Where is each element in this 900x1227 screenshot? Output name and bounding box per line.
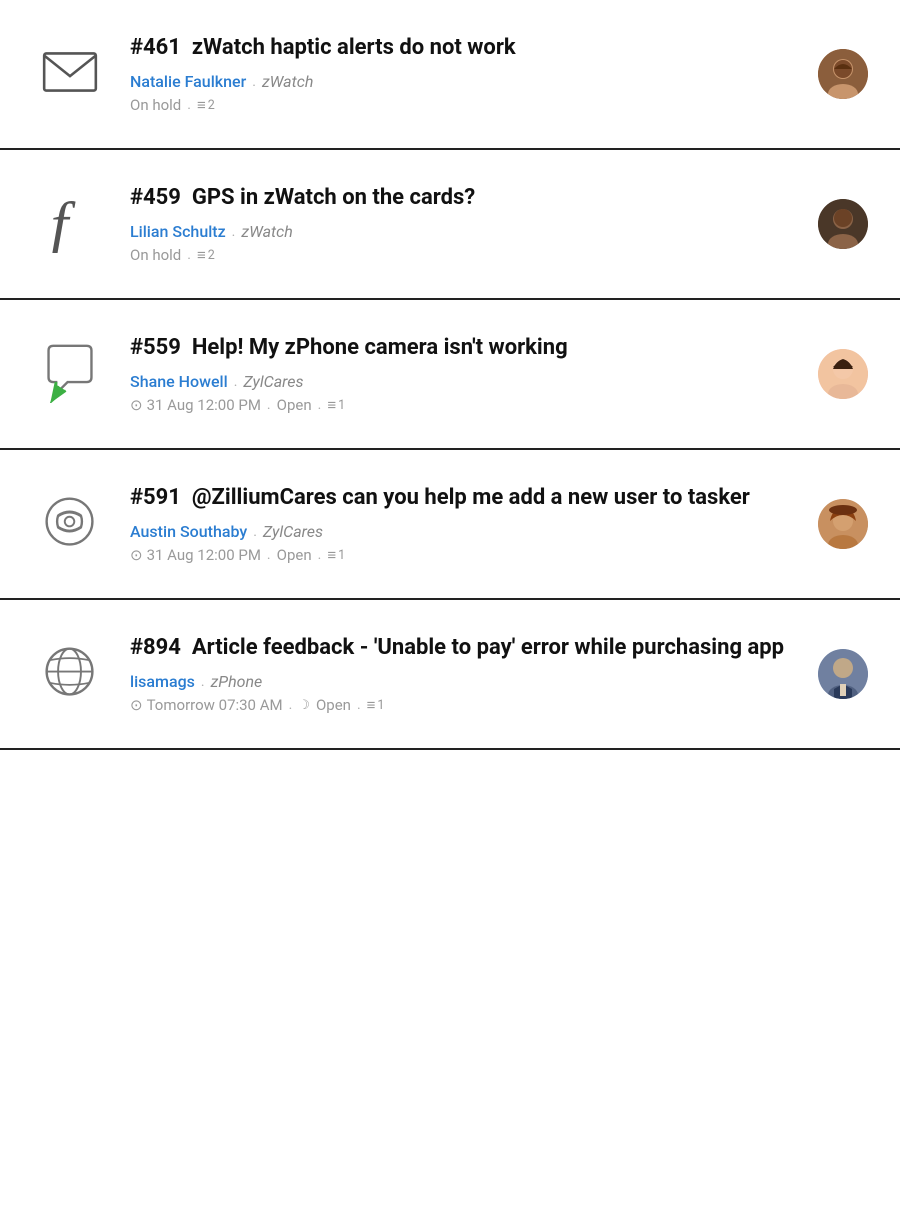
separator-dot: .	[187, 97, 191, 113]
ticket-item[interactable]: f #459 GPS in zWatch on the cards? Lilia…	[0, 150, 900, 300]
time-value: Tomorrow 07:30 AM	[147, 696, 283, 714]
separator-dot: .	[232, 224, 236, 240]
ticket-product: ZylCares	[263, 522, 323, 541]
avatar	[818, 649, 868, 699]
replies-icon: ≡	[327, 396, 336, 414]
avatar-area	[815, 649, 870, 699]
separator-dot: .	[252, 74, 256, 90]
ticket-content: #459 GPS in zWatch on the cards? Lilian …	[130, 184, 795, 265]
facebook-icon: f	[39, 191, 101, 257]
ticket-status: Open	[277, 396, 312, 414]
ticket-title: #459 GPS in zWatch on the cards?	[130, 184, 795, 213]
envelope-icon	[39, 41, 101, 107]
snooze-icon: ⊙	[130, 696, 143, 714]
ticket-requester[interactable]: lisamags	[130, 672, 195, 691]
ticket-requester[interactable]: Austin Southaby	[130, 522, 247, 541]
ticket-meta-row2: On hold . ≡2	[130, 246, 795, 264]
clock-icon: ⊙	[130, 546, 143, 564]
separator-dot: .	[267, 547, 271, 563]
separator-dot: .	[318, 547, 322, 563]
clock-icon: ⊙	[130, 396, 143, 414]
time-value: 31 Aug 12:00 PM	[147, 546, 261, 564]
ticket-requester[interactable]: Lilian Schultz	[130, 222, 226, 241]
ticket-icon-area	[30, 41, 110, 107]
phone-icon	[39, 491, 101, 557]
separator-dot: .	[357, 697, 361, 713]
ticket-status: Open	[316, 696, 351, 714]
separator-dot: .	[318, 397, 322, 413]
ticket-replies: ≡1	[367, 696, 385, 714]
ticket-item[interactable]: #591 @ZilliumCares can you help me add a…	[0, 450, 900, 600]
avatar-area	[815, 499, 870, 549]
ticket-replies: ≡2	[197, 96, 215, 114]
ticket-status: Open	[277, 546, 312, 564]
ticket-title: #461 zWatch haptic alerts do not work	[130, 34, 795, 63]
ticket-list: #461 zWatch haptic alerts do not work Na…	[0, 0, 900, 750]
avatar-area	[815, 349, 870, 399]
ticket-meta-row1: Lilian Schultz . zWatch	[130, 222, 795, 241]
ticket-meta-row1: lisamags . zPhone	[130, 672, 795, 691]
ticket-time: ⊙ 31 Aug 12:00 PM	[130, 396, 261, 414]
separator-dot: .	[234, 374, 238, 390]
replies-icon: ≡	[367, 696, 376, 714]
ticket-status: On hold	[130, 96, 181, 114]
ticket-title: #591 @ZilliumCares can you help me add a…	[130, 484, 795, 513]
ticket-product: zWatch	[241, 222, 292, 241]
replies-icon: ≡	[197, 96, 206, 114]
separator-dot: .	[267, 397, 271, 413]
avatar	[818, 499, 868, 549]
ticket-requester[interactable]: Natalie Faulkner	[130, 72, 246, 91]
separator-dot: .	[187, 247, 191, 263]
ticket-content: #559 Help! My zPhone camera isn't workin…	[130, 334, 795, 415]
avatar-area	[815, 49, 870, 99]
ticket-requester[interactable]: Shane Howell	[130, 372, 228, 391]
ticket-meta-row1: Austin Southaby . ZylCares	[130, 522, 795, 541]
ticket-replies: ≡1	[327, 546, 345, 564]
ticket-time: ⊙ Tomorrow 07:30 AM	[130, 696, 283, 714]
ticket-content: #591 @ZilliumCares can you help me add a…	[130, 484, 795, 565]
ticket-icon-area: f	[30, 191, 110, 257]
replies-icon: ≡	[327, 546, 336, 564]
ticket-item[interactable]: #461 zWatch haptic alerts do not work Na…	[0, 0, 900, 150]
ticket-meta-row2: ⊙ Tomorrow 07:30 AM . ☽ Open . ≡1	[130, 696, 795, 714]
globe-icon	[39, 641, 101, 707]
ticket-replies: ≡1	[327, 396, 345, 414]
ticket-product: zWatch	[262, 72, 313, 91]
ticket-replies: ≡2	[197, 246, 215, 264]
ticket-time: ⊙ 31 Aug 12:00 PM	[130, 546, 261, 564]
separator-dot: .	[201, 674, 205, 690]
replies-icon: ≡	[197, 246, 206, 264]
avatar	[818, 349, 868, 399]
ticket-product: ZylCares	[243, 372, 303, 391]
avatar	[818, 49, 868, 99]
ticket-item[interactable]: #894 Article feedback - 'Unable to pay' …	[0, 600, 900, 750]
chat-icon	[39, 341, 101, 407]
avatar-area	[815, 199, 870, 249]
time-value: 31 Aug 12:00 PM	[147, 396, 261, 414]
ticket-meta-row1: Shane Howell . ZylCares	[130, 372, 795, 391]
ticket-status: On hold	[130, 246, 181, 264]
ticket-content: #894 Article feedback - 'Unable to pay' …	[130, 634, 795, 715]
ticket-icon-area	[30, 491, 110, 557]
ticket-icon-area	[30, 641, 110, 707]
ticket-meta-row1: Natalie Faulkner . zWatch	[130, 72, 795, 91]
ticket-product: zPhone	[211, 672, 263, 691]
separator-dot: .	[253, 524, 257, 540]
ticket-title: #894 Article feedback - 'Unable to pay' …	[130, 634, 795, 663]
avatar	[818, 199, 868, 249]
ticket-title: #559 Help! My zPhone camera isn't workin…	[130, 334, 795, 363]
ticket-icon-area	[30, 341, 110, 407]
ticket-content: #461 zWatch haptic alerts do not work Na…	[130, 34, 795, 115]
ticket-meta-row2: ⊙ 31 Aug 12:00 PM . Open . ≡1	[130, 546, 795, 564]
separator-dot: .	[289, 697, 293, 713]
ticket-item[interactable]: #559 Help! My zPhone camera isn't workin…	[0, 300, 900, 450]
ticket-meta-row2: ⊙ 31 Aug 12:00 PM . Open . ≡1	[130, 396, 795, 414]
svg-text:f: f	[51, 191, 77, 253]
snooze-indicator-icon: ☽	[298, 698, 310, 713]
ticket-meta-row2: On hold . ≡2	[130, 96, 795, 114]
